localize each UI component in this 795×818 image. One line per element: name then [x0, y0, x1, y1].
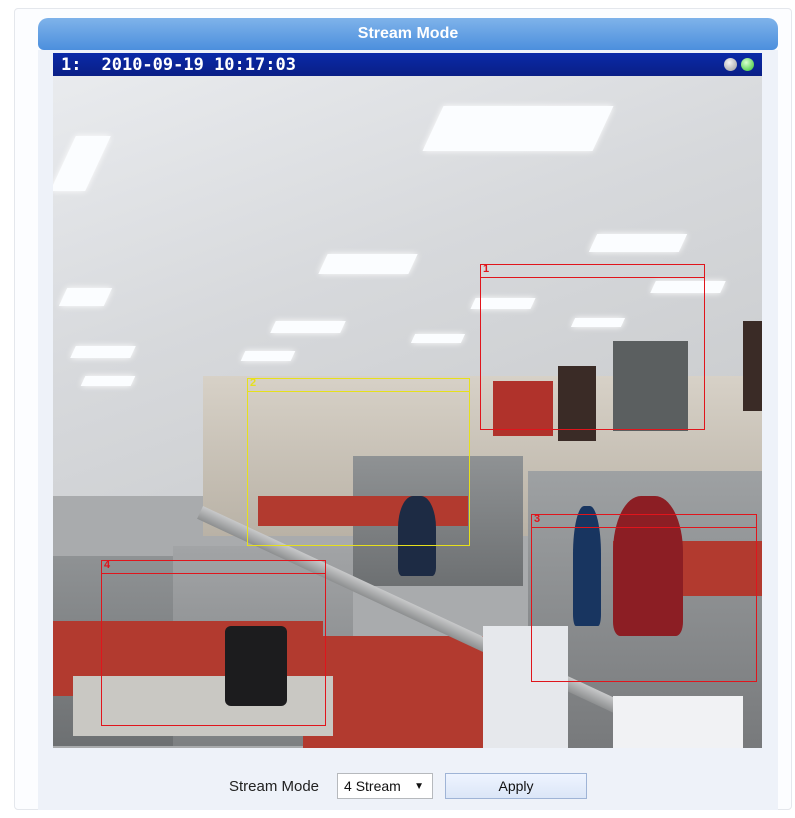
camera-video-view[interactable]: 1 2 3 4: [53, 76, 762, 748]
status-gray-icon: [724, 58, 737, 71]
video-header: 1: 2010-09-19 10:17:03: [53, 53, 762, 76]
video-scene-papers: [613, 696, 743, 748]
motion-zone-1[interactable]: 1: [480, 263, 705, 430]
video-scene-door: [743, 321, 762, 411]
zone-tag: 2: [250, 377, 257, 389]
stream-mode-label: Stream Mode: [228, 777, 320, 795]
dropdown-caret-icon: ▼: [414, 780, 425, 792]
zone-line: [102, 573, 325, 574]
status-green-icon: [741, 58, 754, 71]
video-scene-light: [318, 254, 418, 274]
zone-tag: 1: [483, 263, 490, 275]
apply-button[interactable]: Apply: [445, 773, 588, 799]
zone-line: [532, 527, 756, 528]
video-scene-light: [240, 351, 296, 361]
zone-tag: 3: [534, 513, 541, 525]
stream-mode-controls: Stream Mode 4 Stream ▼ Apply: [38, 768, 778, 804]
panel-title: Stream Mode: [38, 18, 778, 50]
camera-index: 1:: [61, 54, 82, 75]
zone-line: [248, 391, 469, 392]
video-scene-light: [270, 321, 346, 333]
zone-tag: 4: [104, 559, 111, 571]
video-timestamp: 2010-09-19 10:17:03: [101, 54, 296, 75]
stream-mode-select[interactable]: 4 Stream ▼: [337, 773, 434, 799]
motion-zone-4[interactable]: 4: [101, 559, 326, 726]
video-scene-light: [58, 288, 113, 306]
zone-line: [481, 277, 704, 278]
motion-zone-3[interactable]: 3: [531, 513, 757, 682]
video-scene-light: [422, 106, 614, 151]
stream-mode-select-value: 4 Stream: [344, 778, 401, 794]
status-indicators: [724, 58, 754, 71]
video-scene-light: [70, 346, 136, 358]
video-scene-light: [410, 334, 466, 343]
video-scene-cubicle-stripe: [303, 636, 513, 748]
video-scene-light: [80, 376, 136, 386]
video-scene-light: [588, 234, 688, 252]
motion-zone-2[interactable]: 2: [247, 377, 470, 546]
